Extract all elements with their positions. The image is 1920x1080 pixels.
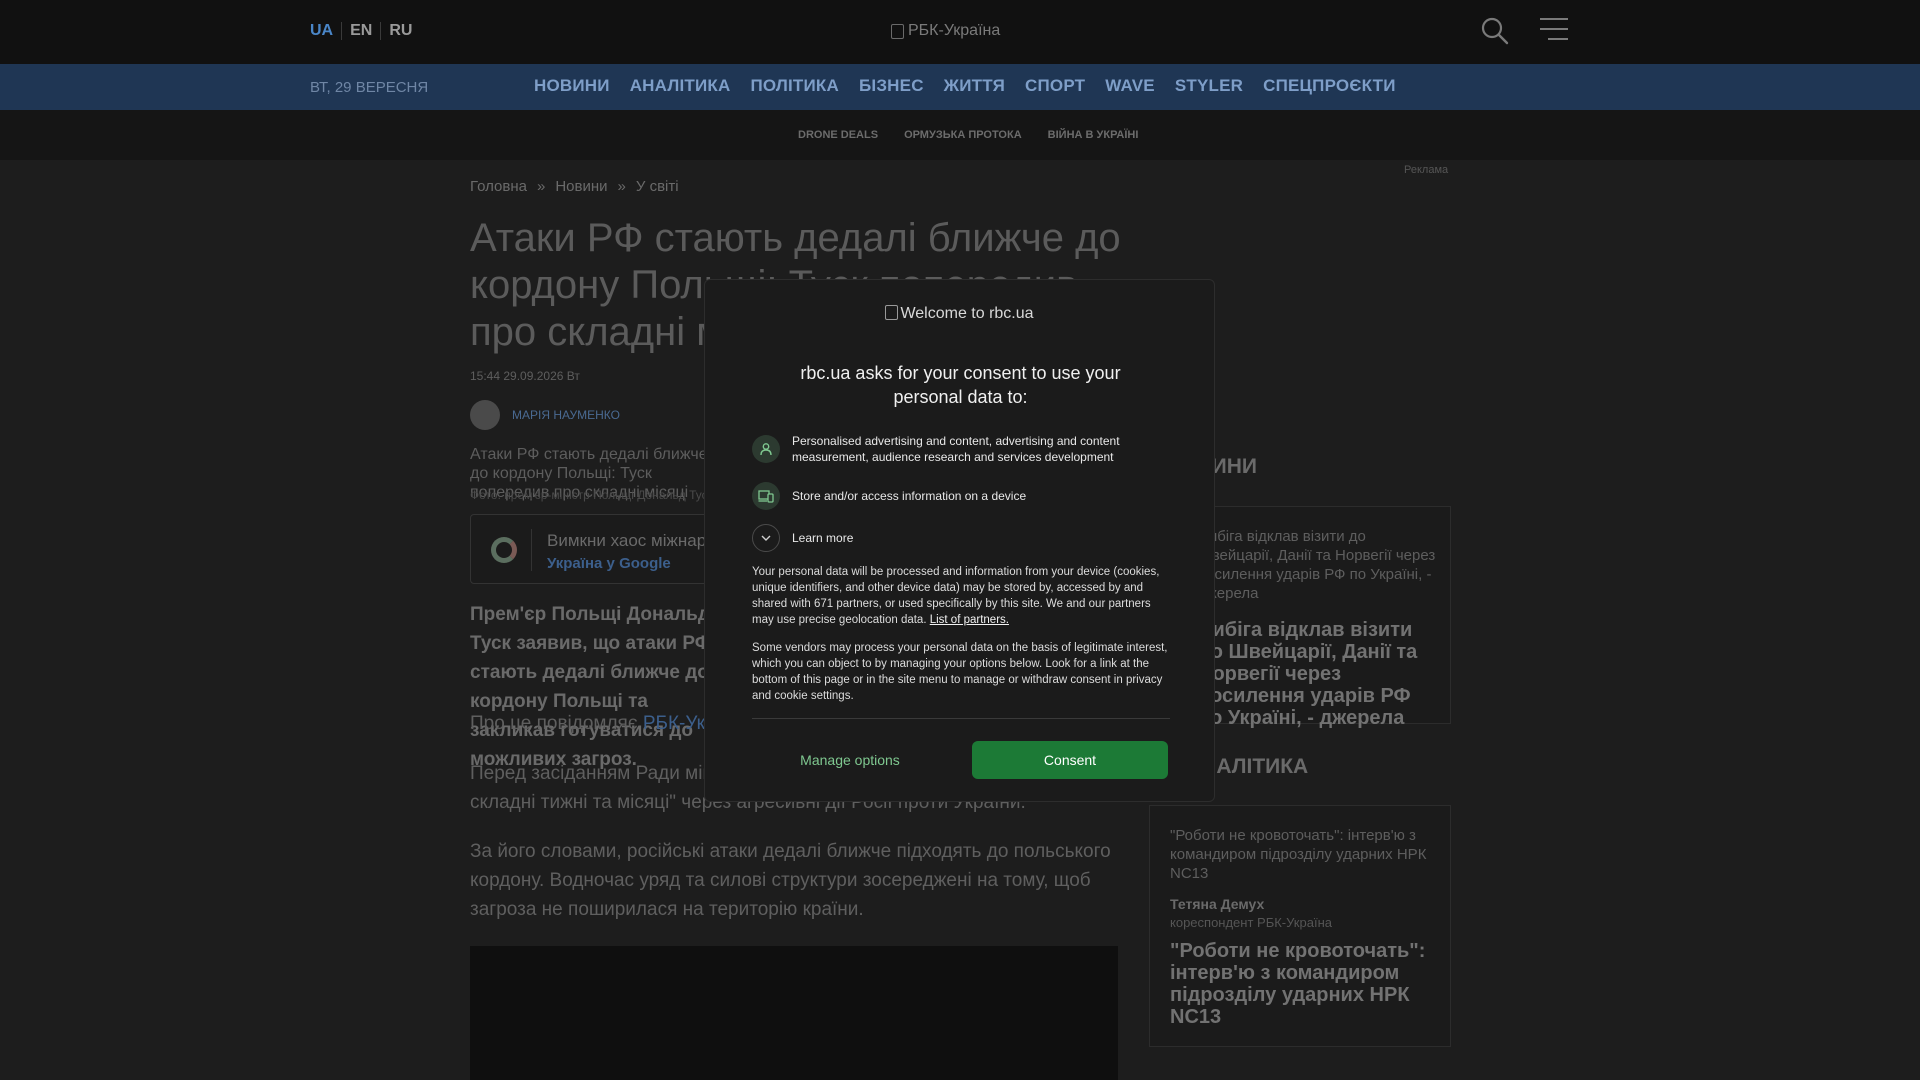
lang-ua[interactable]: UA xyxy=(310,22,341,40)
learn-more-toggle[interactable]: Learn more xyxy=(752,524,1172,552)
breadcrumb-news[interactable]: Новини xyxy=(555,178,607,195)
topic-nav: DRONE DEALS ОРМУЗЬКА ПРОТОКА ВІЙНА В УКР… xyxy=(0,110,1920,160)
author-name: МАРІЯ НАУМЕНКО xyxy=(512,408,620,422)
news-card-headline[interactable]: Сибіга відклав візити до Швейцарії, Дані… xyxy=(1198,619,1438,729)
nav-item-life[interactable]: ЖИТТЯ xyxy=(944,76,1005,96)
devices-icon xyxy=(752,482,780,510)
nav-item-wave[interactable]: WAVE xyxy=(1105,76,1155,96)
google-icon xyxy=(491,537,517,563)
chevron-down-icon xyxy=(752,524,780,552)
article-timestamp: 15:44 29.09.2026 Вт xyxy=(470,369,580,383)
main-nav: ВТ, 29 ВЕРЕСНЯ НОВИНИ АНАЛІТИКА ПОЛІТИКА… xyxy=(0,64,1920,110)
divider xyxy=(752,718,1170,719)
consent-body-text: Your personal data will be processed and… xyxy=(752,566,1160,626)
consent-purpose-personalised: Personalised advertising and content, ad… xyxy=(752,433,1172,465)
article-author[interactable]: МАРІЯ НАУМЕНКО xyxy=(470,400,620,430)
article-lead: Прем'єр Польщі Дональд Туск заявив, що а… xyxy=(470,604,711,770)
ad-label: Реклама xyxy=(1404,164,1449,176)
nav-item-sport[interactable]: СПОРТ xyxy=(1025,76,1085,96)
breadcrumb: Головна » Новини » У світі xyxy=(470,178,679,195)
breadcrumb-separator: » xyxy=(617,178,626,195)
topic-war-in-ukraine[interactable]: ВІЙНА В УКРАЇНІ xyxy=(1048,129,1139,141)
search-icon xyxy=(1481,17,1509,45)
consent-legitimate-interest-text: Some vendors may process your personal d… xyxy=(752,642,1168,702)
nav-item-styler[interactable]: STYLER xyxy=(1175,76,1243,96)
search-button[interactable] xyxy=(1480,16,1510,46)
manage-options-button[interactable]: Manage options xyxy=(752,741,948,779)
sidebar-analytics-card[interactable]: "Роботи не кровоточать": інтерв'ю з кома… xyxy=(1149,805,1451,1047)
analytics-card-author: Тетяна Демух xyxy=(1170,896,1265,912)
analytics-card-headline[interactable]: "Роботи не кровоточать": інтерв'ю з кома… xyxy=(1170,940,1440,1028)
article-paragraph: За його словами, російські атаки дедалі … xyxy=(470,841,1111,920)
analytics-card-author-role: кореспондент РБК-Україна xyxy=(1170,915,1332,930)
topic-hormuz[interactable]: ОРМУЗЬКА ПРОТОКА xyxy=(904,129,1022,141)
photo-caption: Фото: прем'єр-міністр Польщі Дональд Тус… xyxy=(470,488,713,502)
breadcrumb-home[interactable]: Головна xyxy=(470,178,527,195)
nav-item-business[interactable]: БІЗНЕС xyxy=(859,76,924,96)
broken-image-icon xyxy=(885,305,899,320)
current-date: ВТ, 29 ВЕРЕСНЯ xyxy=(310,79,429,96)
avatar xyxy=(470,400,500,430)
partners-list-link[interactable]: List of partners. xyxy=(930,614,1009,626)
topic-drone-deals[interactable]: DRONE DEALS xyxy=(798,129,878,141)
site-logo[interactable]: РБК-Україна xyxy=(891,22,1000,40)
analytics-card-image: "Роботи не кровоточать": інтерв'ю з кома… xyxy=(1170,827,1427,882)
lang-en[interactable]: EN xyxy=(341,22,380,40)
consent-dialog: Welcome to rbc.ua rbc.ua asks for your c… xyxy=(704,279,1215,802)
site-header: UA EN RU РБК-Україна xyxy=(0,0,1920,64)
nav-item-politics[interactable]: ПОЛІТИКА xyxy=(750,76,839,96)
google-promo-link[interactable]: Україна у Google xyxy=(547,555,671,572)
broken-image-icon xyxy=(891,23,904,39)
google-news-promo[interactable]: Вимкни хаос міжнародних новин Україна у … xyxy=(470,514,804,584)
consent-purpose-device-storage: Store and/or access information on a dev… xyxy=(752,482,1172,510)
nav-item-specprojects[interactable]: СПЕЦПРОЄКТИ xyxy=(1263,76,1396,96)
breadcrumb-world[interactable]: У світі xyxy=(636,178,679,195)
logo-alt-text: РБК-Україна xyxy=(908,22,1001,39)
consent-heading: rbc.ua asks for your consent to use your… xyxy=(800,363,1121,407)
person-icon xyxy=(752,435,780,463)
hamburger-menu-button[interactable] xyxy=(1540,18,1568,44)
lang-ru[interactable]: RU xyxy=(380,22,420,40)
nav-item-analytics[interactable]: АНАЛІТИКА xyxy=(630,76,731,96)
consent-button[interactable]: Consent xyxy=(972,741,1168,779)
news-card-image: Сибіга відклав візити до Швейцарії, Дані… xyxy=(1198,528,1436,602)
language-switcher: UA EN RU xyxy=(310,22,420,40)
video-player[interactable] xyxy=(470,946,1118,1080)
breadcrumb-separator: » xyxy=(537,178,546,195)
consent-logo: Welcome to rbc.ua xyxy=(705,305,1214,323)
nav-item-news[interactable]: НОВИНИ xyxy=(534,76,610,96)
